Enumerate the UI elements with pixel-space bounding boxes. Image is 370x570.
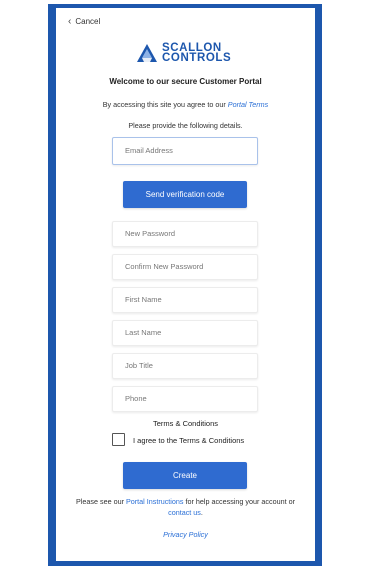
cancel-link[interactable]: ‹ Cancel <box>68 16 100 27</box>
job-title-field[interactable]: Job Title <box>112 353 258 379</box>
portal-instructions-link[interactable]: Portal Instructions <box>126 497 184 506</box>
terms-checkbox[interactable] <box>112 433 125 446</box>
provide-details-text: Please provide the following details. <box>128 121 243 130</box>
signup-card: ‹ Cancel SCALLON CONTROLS Welcome to our… <box>56 8 315 561</box>
contact-us-link[interactable]: contact us <box>168 508 201 517</box>
terms-checkbox-label[interactable]: I agree to the Terms & Conditions <box>133 436 244 445</box>
help-prefix: Please see our <box>76 497 126 506</box>
new-password-field[interactable]: New Password <box>112 221 258 247</box>
first-name-field[interactable]: First Name <box>112 287 258 313</box>
last-name-field[interactable]: Last Name <box>112 320 258 346</box>
help-text: Please see our Portal Instructions for h… <box>76 496 295 518</box>
triangle-logo-icon <box>137 44 157 62</box>
create-button[interactable]: Create <box>123 462 247 489</box>
confirm-password-field[interactable]: Confirm New Password <box>112 254 258 280</box>
terms-heading: Terms & Conditions <box>152 419 219 428</box>
welcome-heading: Welcome to our secure Customer Portal <box>109 77 262 86</box>
portal-terms-link[interactable]: Portal Terms <box>228 100 268 109</box>
help-middle: for help accessing your account or <box>183 497 295 506</box>
cancel-label: Cancel <box>75 17 101 26</box>
privacy-policy-link[interactable]: Privacy Policy <box>56 530 315 539</box>
brand-line2: CONTROLS <box>162 52 232 64</box>
agree-text: By accessing this site you agree to our … <box>56 100 315 109</box>
help-suffix: . <box>200 508 203 517</box>
email-field[interactable]: Email Address <box>112 137 258 165</box>
agree-prefix: By accessing this site you agree to our <box>102 100 228 109</box>
phone-field[interactable]: Phone <box>112 386 258 412</box>
brand-logo: SCALLON CONTROLS <box>136 38 246 68</box>
chevron-left-icon: ‹ <box>68 16 72 27</box>
send-verification-button[interactable]: Send verification code <box>123 181 247 208</box>
brand-name: SCALLON CONTROLS <box>162 42 232 64</box>
